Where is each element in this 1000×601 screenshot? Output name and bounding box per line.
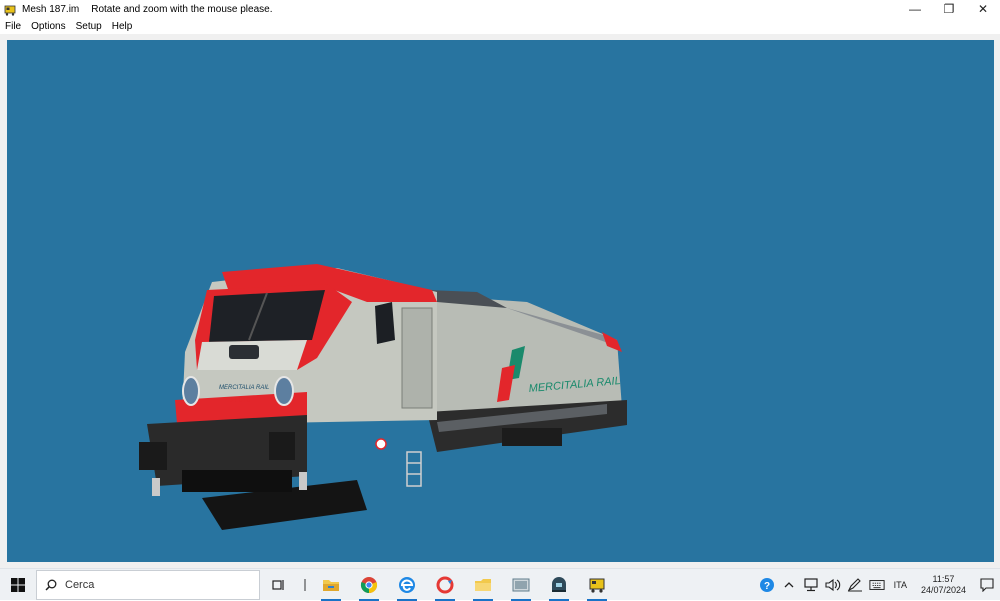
- step-left: [152, 478, 160, 496]
- network-button[interactable]: [803, 577, 819, 593]
- loco-number: 494 016: [225, 397, 250, 404]
- notification-icon: [980, 578, 994, 592]
- ccleaner-button[interactable]: [426, 569, 464, 601]
- menu-options[interactable]: Options: [26, 21, 70, 32]
- menu-bar: File Options Setup Help: [0, 18, 1000, 34]
- step-right: [299, 472, 307, 490]
- help-icon: ?: [759, 578, 774, 592]
- keyboard-button[interactable]: [869, 577, 885, 593]
- chrome-button[interactable]: [350, 569, 388, 601]
- folder-button[interactable]: [464, 569, 502, 601]
- search-icon: [45, 579, 57, 591]
- clock[interactable]: 11:57 24/07/2024: [921, 574, 966, 596]
- taskbar: Cerca ? ITA 11:57 24/07/2024: [0, 568, 1000, 601]
- speaker-icon: [825, 578, 840, 592]
- start-button[interactable]: [0, 569, 36, 601]
- mesh-app-button[interactable]: [578, 569, 616, 601]
- language-indicator[interactable]: ITA: [894, 580, 907, 590]
- menu-file[interactable]: File: [0, 21, 26, 32]
- maximize-button[interactable]: ❐: [932, 0, 966, 18]
- window-controls: — ❐ ✕: [898, 0, 1000, 18]
- ladder: [406, 451, 422, 487]
- chrome-icon: [360, 576, 378, 593]
- search-placeholder: Cerca: [65, 578, 95, 591]
- clock-time: 11:57: [932, 574, 955, 584]
- media-button[interactable]: [502, 569, 540, 601]
- close-button[interactable]: ✕: [966, 0, 1000, 18]
- notification-button[interactable]: [974, 569, 1000, 601]
- keyboard-icon: [869, 580, 885, 590]
- system-tray: ? ITA 11:57 24/07/2024: [756, 569, 1000, 601]
- title-message: Rotate and zoom with the mouse please.: [91, 3, 273, 15]
- right-buffer: [269, 432, 295, 460]
- menu-setup[interactable]: Setup: [71, 21, 107, 32]
- windshield: [209, 290, 325, 342]
- front-logo-text: MERCITALIA RAIL: [219, 385, 269, 391]
- folder-icon: [475, 578, 491, 591]
- mesh-app-icon: [589, 578, 605, 593]
- side-door: [401, 307, 433, 409]
- divider-icon: [304, 578, 306, 591]
- minimize-button[interactable]: —: [898, 0, 932, 18]
- 3d-viewport[interactable]: MERCITALIA RAIL MERCITALIA RAIL 494 016: [7, 40, 994, 562]
- menu-help[interactable]: Help: [107, 21, 138, 32]
- volume-button[interactable]: [825, 577, 841, 593]
- media-icon: [512, 578, 530, 591]
- locomotive-model: MERCITALIA RAIL MERCITALIA RAIL 494 016: [139, 264, 627, 530]
- front-bogie: [182, 470, 292, 492]
- app-icon: [4, 3, 16, 16]
- side-window: [375, 302, 395, 344]
- chevron-up-icon: [784, 582, 794, 588]
- network-icon: [804, 578, 818, 592]
- train-sim-button[interactable]: [540, 569, 578, 601]
- windows-icon: [11, 577, 25, 592]
- taskbar-divider: [298, 569, 312, 601]
- window-title: Mesh 187.im: [22, 3, 80, 15]
- app-window: Mesh 187.im Rotate and zoom with the mou…: [0, 0, 1000, 568]
- ccleaner-icon: [436, 576, 454, 593]
- task-view-button[interactable]: [260, 569, 298, 601]
- left-headlight: [182, 376, 200, 406]
- headlight-cluster: [229, 345, 259, 359]
- warning-sign: [375, 438, 387, 450]
- edge-icon: [399, 576, 415, 593]
- taskbar-search[interactable]: Cerca: [36, 569, 260, 600]
- title-bar: Mesh 187.im Rotate and zoom with the mou…: [0, 0, 1000, 18]
- pen-icon: [847, 578, 862, 592]
- pen-button[interactable]: [847, 577, 863, 593]
- task-view-icon: [272, 579, 284, 590]
- rear-bogie: [502, 428, 562, 446]
- right-headlight: [274, 376, 294, 406]
- help-tray-button[interactable]: ?: [759, 577, 775, 593]
- svg-text:?: ?: [764, 581, 770, 592]
- left-buffer: [139, 442, 167, 470]
- show-hidden-icons[interactable]: [781, 577, 797, 593]
- edge-button[interactable]: [388, 569, 426, 601]
- file-explorer-icon: [323, 579, 339, 591]
- clock-date: 24/07/2024: [920, 585, 966, 595]
- file-explorer-button[interactable]: [312, 569, 350, 601]
- train-sim-icon: [552, 576, 566, 592]
